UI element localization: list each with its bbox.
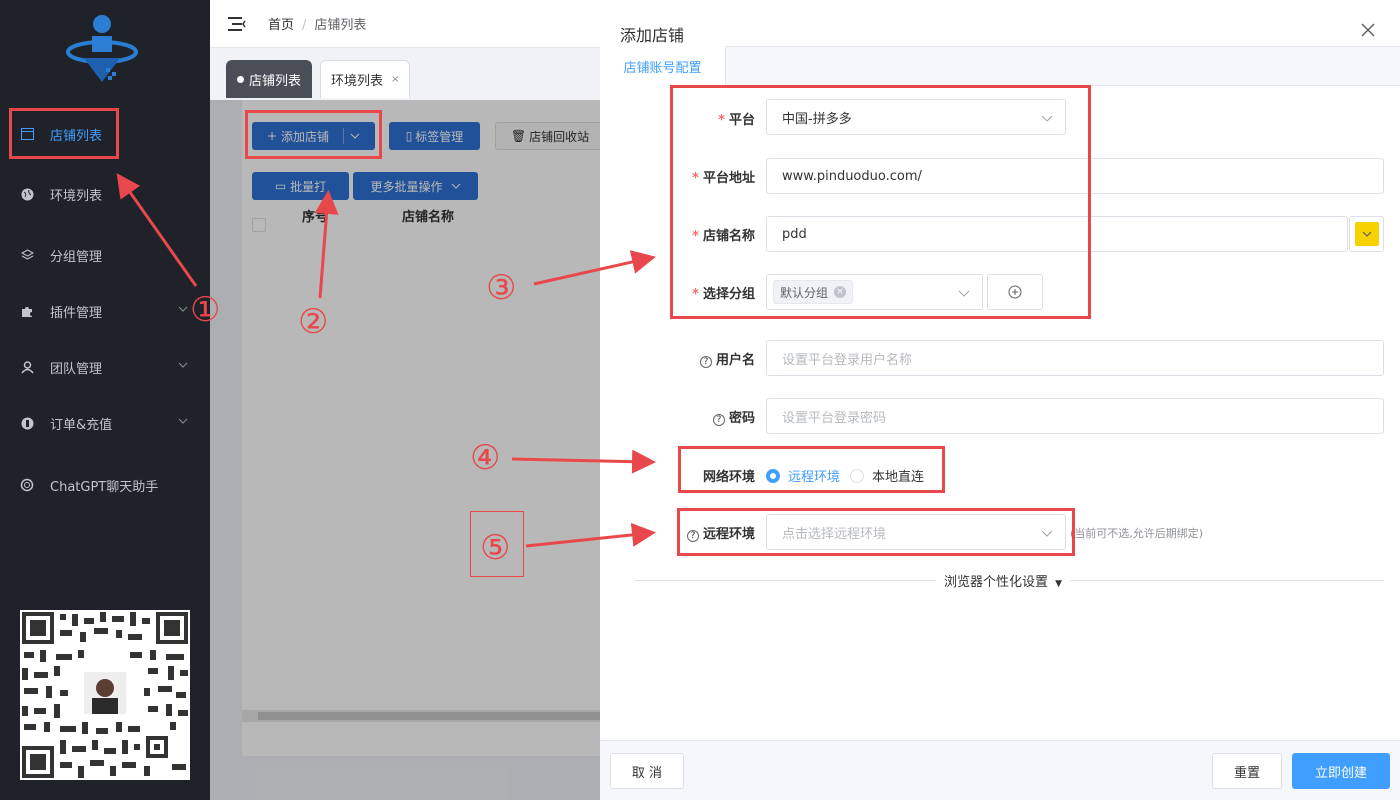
- annotation-box-add-button: [245, 110, 382, 159]
- sidebar-item-chatgpt[interactable]: ChatGPT聊天助手: [0, 465, 210, 505]
- chevron-down-icon: [178, 362, 188, 368]
- breadcrumb-current: 店铺列表: [314, 18, 367, 33]
- annotation-box-sidebar: [9, 108, 119, 159]
- sidebar-item-label: 插件管理: [50, 305, 103, 321]
- help-icon: ?: [712, 414, 725, 426]
- puzzle-icon: [20, 304, 34, 318]
- coin-icon: [20, 416, 34, 430]
- annotation-box-form: [670, 85, 1091, 319]
- breadcrumb: 首页 / 店铺列表: [268, 14, 366, 33]
- globe-icon: [20, 187, 34, 201]
- annotation-number-3: ③: [486, 268, 517, 308]
- tab-env-list[interactable]: 环境列表 ×: [320, 60, 411, 98]
- menu-fold-icon[interactable]: [228, 16, 246, 31]
- top-bar: 首页 / 店铺列表: [210, 0, 600, 48]
- sidebar-item-group-manage[interactable]: 分组管理: [0, 235, 210, 275]
- tab-label: 环境列表: [331, 74, 384, 89]
- sidebar-item-env-list[interactable]: 环境列表: [0, 174, 210, 214]
- drawer-tabs: 店铺账号配置: [600, 46, 1400, 87]
- sidebar-item-orders-recharge[interactable]: 订单&充值: [0, 403, 210, 443]
- layers-icon: [20, 248, 34, 262]
- annotation-box-remote-env: [677, 508, 1075, 556]
- sidebar-item-plugin-manage[interactable]: 插件管理: [0, 291, 210, 331]
- username-placeholder: 设置平台登录用户名称: [782, 352, 913, 368]
- tab-close-icon[interactable]: ×: [391, 74, 399, 85]
- sidebar-item-label: ChatGPT聊天助手: [50, 479, 159, 495]
- openai-icon: [20, 478, 34, 492]
- sidebar-item-label: 订单&充值: [50, 417, 113, 433]
- password-label: ? 密码: [600, 407, 755, 426]
- help-icon: ?: [699, 356, 712, 368]
- username-label: ? 用户名: [600, 349, 755, 368]
- sidebar-item-team-manage[interactable]: 团队管理: [0, 347, 210, 387]
- tabs-bar: 店铺列表 环境列表 ×: [210, 48, 600, 100]
- annotation-number-4: ④: [470, 438, 501, 478]
- active-dot-icon: [237, 76, 244, 83]
- browser-settings-label: 浏览器个性化设置: [944, 575, 1049, 590]
- sidebar-item-label: 团队管理: [50, 361, 103, 377]
- breadcrumb-home[interactable]: 首页: [268, 18, 294, 33]
- modal-overlay[interactable]: [210, 100, 600, 800]
- annotation-number-1: ①: [190, 290, 221, 330]
- tab-account-config[interactable]: 店铺账号配置: [600, 46, 726, 87]
- color-swatch: [1354, 222, 1379, 246]
- annotation-number-5: ⑤: [480, 528, 511, 568]
- reset-button[interactable]: 重置: [1212, 753, 1282, 789]
- close-icon[interactable]: [1360, 22, 1376, 38]
- annotation-number-2: ②: [298, 302, 329, 342]
- create-button[interactable]: 立即创建: [1292, 753, 1390, 789]
- drawer-title: 添加店铺: [620, 26, 685, 45]
- chevron-down-icon: [1362, 231, 1371, 237]
- username-input[interactable]: 设置平台登录用户名称: [766, 340, 1384, 376]
- drawer-footer: 取 消 重置 立即创建: [600, 740, 1400, 800]
- password-placeholder: 设置平台登录密码: [782, 410, 887, 426]
- qr-code-image: [20, 610, 190, 780]
- browser-settings-toggle[interactable]: 浏览器个性化设置 ▼: [936, 571, 1071, 590]
- team-icon: [20, 360, 34, 374]
- app-logo: [66, 15, 138, 82]
- cancel-button[interactable]: 取 消: [610, 753, 684, 789]
- breadcrumb-separator: /: [302, 18, 307, 33]
- chevron-down-icon: [178, 418, 188, 424]
- remote-env-hint: (当前可不选,允许后期绑定): [1070, 527, 1204, 540]
- password-input[interactable]: 设置平台登录密码: [766, 398, 1384, 434]
- sidebar-item-label: 分组管理: [50, 249, 103, 265]
- chevron-down-icon: [178, 306, 188, 312]
- color-picker[interactable]: [1349, 216, 1384, 252]
- tab-label: 店铺列表: [249, 74, 302, 89]
- tab-shop-list[interactable]: 店铺列表: [226, 60, 313, 98]
- caret-down-icon: ▼: [1055, 579, 1063, 589]
- sidebar-item-label: 环境列表: [50, 188, 103, 204]
- annotation-box-network: [678, 446, 945, 493]
